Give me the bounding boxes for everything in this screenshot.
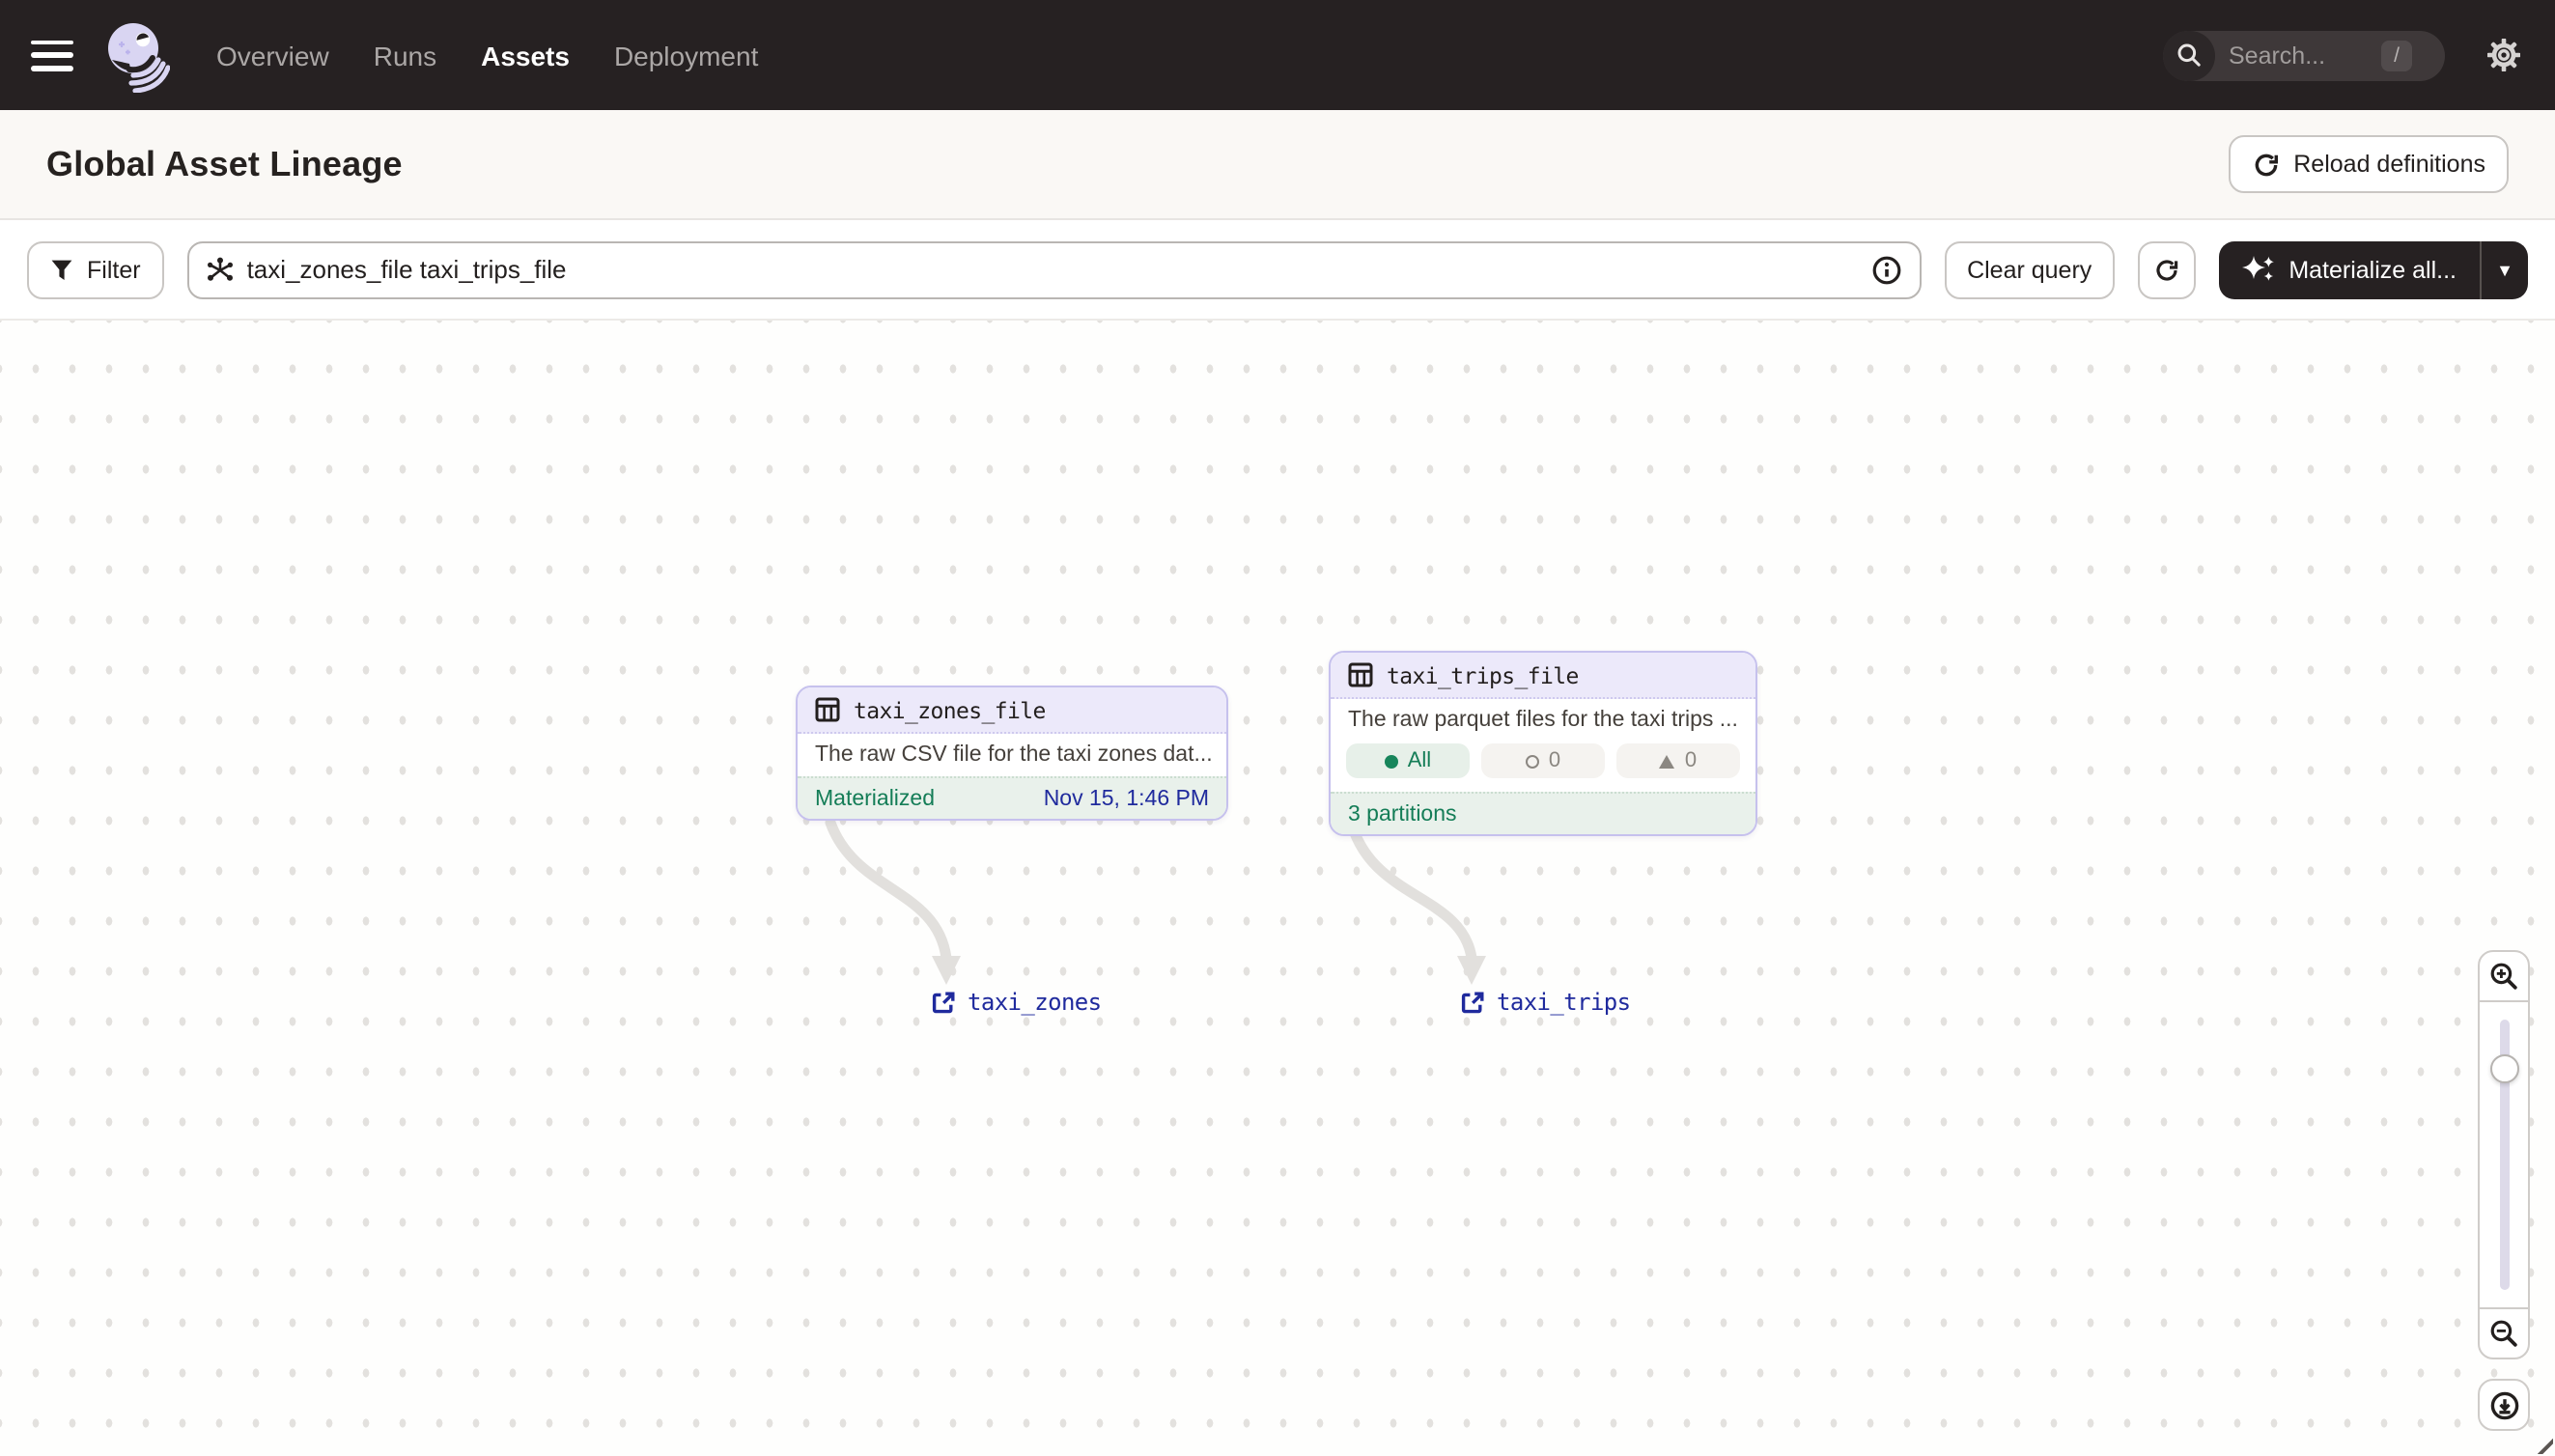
failed-partitions-count: 0 [1684,749,1698,772]
zoom-out-icon [2490,1320,2517,1347]
asset-node-taxi-zones-file[interactable]: taxi_zones_file The raw CSV file for the… [796,686,1228,821]
primary-nav: Overview Runs Assets Deployment [216,40,758,70]
failed-partitions-badge[interactable]: 0 [1616,743,1740,778]
recenter-download-icon [2489,1390,2518,1419]
zoom-slider[interactable] [2480,1000,2528,1309]
table-icon [815,697,840,722]
lineage-toolbar: Filter Clear query Materialize all. [0,220,2555,321]
asset-node-status-bar: Materialized Nov 15, 1:46 PM [798,776,1226,819]
materialized-status-label: Materialized [815,787,935,810]
slash-shortcut-badge: / [2381,40,2412,70]
zoom-out-button[interactable] [2480,1309,2528,1358]
materialized-partitions-count: All [1407,749,1432,772]
nav-right-group: / [2163,30,2520,80]
downstream-asset-label: taxi_trips [1497,989,1631,1016]
chevron-down-icon: ▼ [2496,260,2513,279]
refresh-graph-button[interactable] [2138,240,2197,298]
nav-item-overview[interactable]: Overview [216,40,329,70]
zoom-in-icon [2490,963,2517,990]
asset-node-taxi-trips-file[interactable]: taxi_trips_file The raw parquet files fo… [1329,651,1757,836]
triangle-icon [1659,754,1675,768]
reload-definitions-button[interactable]: Reload definitions [2228,135,2509,193]
nav-item-runs[interactable]: Runs [374,40,436,70]
search-icon [2163,30,2215,80]
filled-circle-icon [1384,754,1398,768]
filter-label: Filter [87,256,141,283]
materialized-partitions-badge[interactable]: All [1346,743,1470,778]
asset-query-input[interactable] [186,240,1922,298]
filter-icon [51,259,72,279]
asset-node-description: The raw CSV file for the taxi zones dat.… [815,743,1213,767]
clear-query-label: Clear query [1967,256,2092,283]
missing-partitions-badge[interactable]: 0 [1481,743,1605,778]
lineage-edges [825,817,1486,985]
zoom-slider-thumb[interactable] [2489,1054,2518,1083]
downstream-asset-label: taxi_zones [968,989,1102,1016]
lineage-query-icon [207,256,233,280]
info-icon[interactable] [1870,254,1901,285]
refresh-icon [2156,259,2178,280]
materialization-timestamp[interactable]: Nov 15, 1:46 PM [1044,787,1209,810]
sparkle-icon [2242,256,2275,281]
dagster-app: Overview Runs Assets Deployment / [0,0,2555,1456]
materialize-all-label: Materialize all... [2288,256,2457,283]
search-field[interactable] [2215,42,2377,69]
outline-circle-icon [1525,754,1539,768]
dagster-logo[interactable] [104,18,170,92]
clear-query-button[interactable]: Clear query [1944,240,2116,298]
asset-node-header: taxi_trips_file [1331,653,1755,699]
top-nav-bar: Overview Runs Assets Deployment / [0,0,2555,110]
recenter-button[interactable] [2478,1379,2530,1431]
external-link-icon [932,991,955,1013]
resize-grip[interactable] [2536,1437,2553,1454]
partitions-count-label: 3 partitions [1348,802,1457,826]
nav-item-assets[interactable]: Assets [481,40,570,70]
downstream-asset-link-taxi-trips[interactable]: taxi_trips [1460,989,1631,1016]
asset-node-partitions-bar: 3 partitions [1331,792,1755,834]
filter-button[interactable]: Filter [27,240,164,298]
asset-node-title: taxi_zones_file [854,696,1046,723]
materialize-all-button[interactable]: Materialize all... [2219,240,2480,298]
hamburger-menu-icon[interactable] [31,40,73,70]
nav-item-deployment[interactable]: Deployment [614,40,758,70]
asset-node-header: taxi_zones_file [798,687,1226,734]
zoom-in-button[interactable] [2480,952,2528,1000]
refresh-icon [2254,153,2278,176]
materialize-options-button[interactable]: ▼ [2480,240,2528,298]
lineage-canvas[interactable]: taxi_zones_file The raw CSV file for the… [0,321,2555,1456]
page-header: Global Asset Lineage Reload definitions [0,110,2555,220]
external-link-icon [1461,991,1484,1013]
global-search-input[interactable]: / [2163,30,2445,80]
settings-button[interactable] [2487,39,2520,71]
partition-badges: All 0 0 [1331,742,1755,792]
materialize-all-split-button: Materialize all... ▼ [2219,240,2528,298]
page-title: Global Asset Lineage [46,144,403,182]
asset-node-description: The raw parquet files for the taxi trips… [1348,709,1738,732]
downstream-asset-link-taxi-zones[interactable]: taxi_zones [931,989,1102,1016]
zoom-controls [2478,950,2530,1431]
asset-query-field[interactable] [246,255,1858,284]
missing-partitions-count: 0 [1548,749,1561,772]
table-icon [1348,662,1373,687]
zoom-stack [2478,950,2530,1359]
gear-icon [2487,39,2520,71]
reload-definitions-label: Reload definitions [2293,151,2485,178]
asset-node-title: taxi_trips_file [1387,661,1579,688]
